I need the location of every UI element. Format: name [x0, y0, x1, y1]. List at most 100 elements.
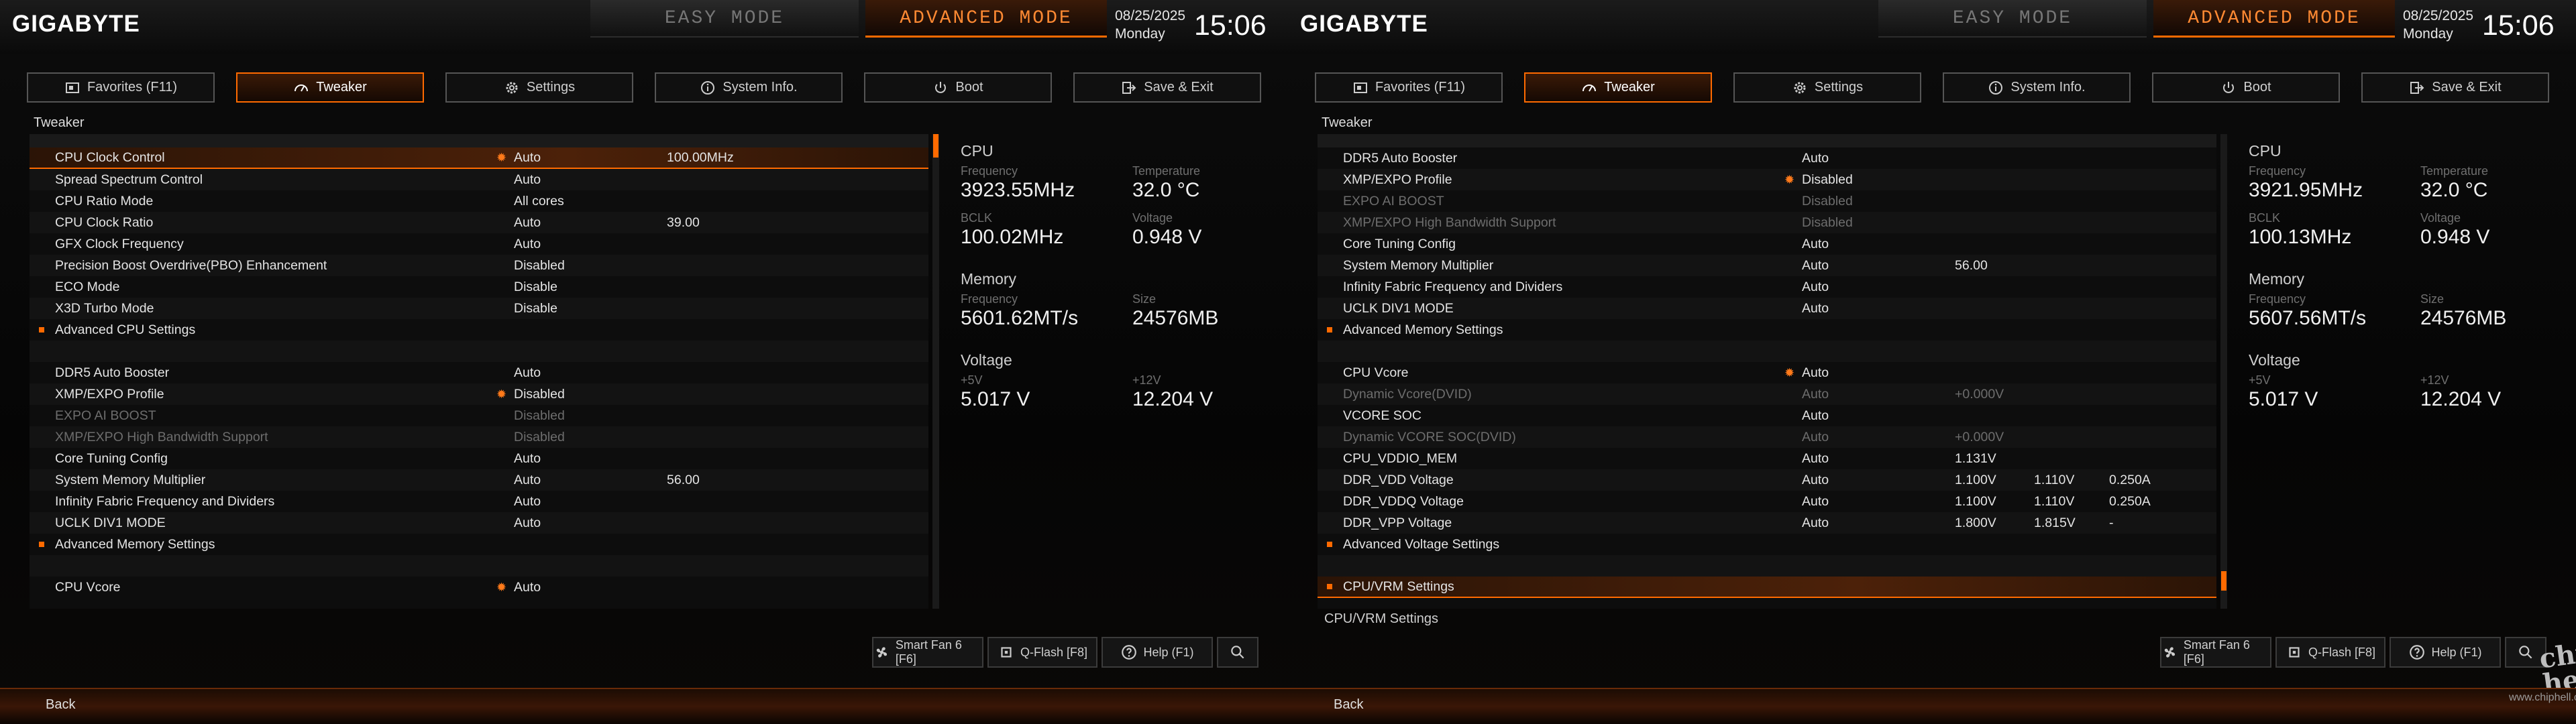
setting-value[interactable]: Auto	[1802, 301, 1829, 316]
smart-fan-button[interactable]: Smart Fan 6 [F6]	[872, 637, 983, 668]
help-icon	[2410, 645, 2425, 660]
setting-value[interactable]: Auto	[1802, 516, 1829, 531]
setting-value[interactable]: Auto	[514, 473, 541, 488]
setting-row[interactable]: Core Tuning Config Auto	[1318, 233, 2216, 255]
scrollbar[interactable]	[932, 134, 939, 609]
setting-row[interactable]: UCLK DIV1 MODE Auto	[30, 512, 928, 534]
setting-value[interactable]: Auto	[514, 215, 541, 231]
setting-row[interactable]: CPU Clock Control ✹ Auto 100.00MHz	[30, 147, 928, 169]
setting-value[interactable]: Auto	[514, 451, 541, 467]
setting-value[interactable]: All cores	[514, 194, 564, 209]
tab-save-exit[interactable]: Save & Exit	[2361, 72, 2549, 103]
tab-favorites[interactable]: Favorites (F11)	[27, 72, 215, 103]
setting-value[interactable]: Auto	[1802, 494, 1829, 509]
setting-value[interactable]: Auto	[514, 150, 541, 166]
back-button[interactable]: Back	[46, 697, 75, 713]
scrollbar-thumb[interactable]	[933, 134, 938, 158]
setting-row[interactable]: UCLK DIV1 MODE Auto	[1318, 298, 2216, 319]
setting-row[interactable]: Advanced Voltage Settings	[1318, 534, 2216, 555]
setting-value[interactable]: Auto	[514, 580, 541, 595]
setting-row[interactable]: VCORE SOC Auto	[1318, 405, 2216, 426]
setting-row[interactable]: CPU_VDDIO_MEM Auto 1.131V	[1318, 448, 2216, 469]
setting-value[interactable]: Disabled	[514, 258, 565, 274]
setting-value[interactable]: Auto	[1802, 258, 1829, 274]
setting-row[interactable]: DDR_VDD Voltage Auto 1.100V 1.110V 0.250A	[1318, 469, 2216, 491]
setting-value[interactable]: Auto	[1802, 280, 1829, 295]
tab-settings[interactable]: Settings	[1733, 72, 1921, 103]
setting-value[interactable]: Auto	[514, 516, 541, 531]
power-icon	[935, 81, 947, 93]
cpu-frequency-value: 3921.95MHz	[2249, 179, 2363, 201]
setting-row[interactable]: DDR_VDDQ Voltage Auto 1.100V 1.110V 0.250A	[1318, 491, 2216, 512]
setting-aux-value: 1.100V	[1955, 493, 1996, 509]
settings-rows: DDR5 Auto Booster Auto XMP/EXPO Profile ✹ Di…	[1318, 147, 2216, 598]
setting-label: EXPO AI BOOST	[55, 408, 156, 423]
setting-row[interactable]: XMP/EXPO Profile ✹ Disabled	[1318, 169, 2216, 190]
tab-boot[interactable]: Boot	[2152, 72, 2340, 103]
setting-value[interactable]: Auto	[514, 494, 541, 509]
setting-row[interactable]: System Memory Multiplier Auto 56.00	[1318, 255, 2216, 276]
tab-system-info[interactable]: System Info.	[1943, 72, 2131, 103]
setting-row[interactable]: System Memory Multiplier Auto 56.00	[30, 469, 928, 491]
smart-fan-button[interactable]: Smart Fan 6 [F6]	[2160, 637, 2271, 668]
setting-value[interactable]: Auto	[1802, 408, 1829, 424]
setting-row[interactable]: CPU Vcore ✹ Auto	[30, 577, 928, 598]
tab-boot[interactable]: Boot	[864, 72, 1052, 103]
setting-row[interactable]: CPU Ratio Mode All cores	[30, 190, 928, 212]
setting-value[interactable]: Auto	[1802, 151, 1829, 166]
setting-value[interactable]: Auto	[1802, 473, 1829, 488]
setting-row[interactable]: Precision Boost Overdrive(PBO) Enhanceme…	[30, 255, 928, 276]
tab-favorites[interactable]: Favorites (F11)	[1315, 72, 1503, 103]
advanced-mode-button[interactable]: ADVANCED MODE	[865, 0, 1107, 38]
search-button[interactable]	[1217, 637, 1258, 668]
scrollbar-thumb[interactable]	[2221, 571, 2226, 591]
setting-value[interactable]: Disable	[514, 280, 557, 295]
setting-row[interactable]: CPU Vcore ✹ Auto	[1318, 362, 2216, 383]
tab-settings[interactable]: Settings	[445, 72, 633, 103]
tab-system-info[interactable]: System Info.	[655, 72, 843, 103]
setting-value[interactable]: Auto	[514, 172, 541, 188]
setting-row[interactable]: ECO Mode Disable	[30, 276, 928, 298]
qflash-button[interactable]: Q-Flash [F8]	[2275, 637, 2385, 668]
setting-row[interactable]: Spread Spectrum Control Auto	[30, 169, 928, 190]
tab-tweaker[interactable]: Tweaker	[1524, 72, 1712, 103]
cpu-section-title: CPU	[2249, 142, 2282, 160]
setting-row[interactable]: GFX Clock Frequency Auto	[30, 233, 928, 255]
setting-row[interactable]: CPU Clock Ratio Auto 39.00	[30, 212, 928, 233]
setting-row[interactable]: Advanced Memory Settings	[30, 534, 928, 555]
setting-row[interactable]: DDR5 Auto Booster Auto	[1318, 147, 2216, 169]
tab-save-exit[interactable]: Save & Exit	[1073, 72, 1261, 103]
setting-row[interactable]: Advanced Memory Settings	[1318, 319, 2216, 341]
help-button[interactable]: Help (F1)	[1102, 637, 1213, 668]
setting-value[interactable]: Auto	[514, 365, 541, 381]
easy-mode-button[interactable]: EASY MODE	[1878, 0, 2147, 38]
setting-aux-value: 56.00	[1955, 257, 1988, 273]
setting-value[interactable]: Disabled	[514, 387, 565, 402]
main-tabs: Favorites (F11) Tweaker Settings System …	[27, 72, 1288, 103]
setting-label: Advanced Memory Settings	[55, 536, 215, 552]
help-button[interactable]: Help (F1)	[2390, 637, 2501, 668]
memory-frequency-caption: Frequency	[961, 292, 1018, 306]
setting-value[interactable]: Auto	[1802, 237, 1829, 252]
back-button[interactable]: Back	[1334, 697, 1363, 713]
easy-mode-button[interactable]: EASY MODE	[590, 0, 859, 38]
setting-row[interactable]: DDR_VPP Voltage Auto 1.800V 1.815V -	[1318, 512, 2216, 534]
advanced-mode-button[interactable]: ADVANCED MODE	[2153, 0, 2395, 38]
setting-row[interactable]: Advanced CPU Settings	[30, 319, 928, 341]
setting-value[interactable]: Auto	[1802, 451, 1829, 467]
scrollbar[interactable]	[2220, 134, 2227, 609]
setting-row[interactable]: XMP/EXPO Profile ✹ Disabled	[30, 383, 928, 405]
setting-row[interactable]: Infinity Fabric Frequency and Dividers Au…	[1318, 276, 2216, 298]
setting-value[interactable]: Auto	[1802, 365, 1829, 381]
gigabyte-logo: GIGABYTE	[1300, 11, 1428, 37]
setting-value[interactable]: Auto	[514, 237, 541, 252]
setting-row[interactable]: Infinity Fabric Frequency and Dividers Au…	[30, 491, 928, 512]
setting-row[interactable]: DDR5 Auto Booster Auto	[30, 362, 928, 383]
tab-tweaker[interactable]: Tweaker	[236, 72, 424, 103]
setting-row[interactable]: Core Tuning Config Auto	[30, 448, 928, 469]
setting-row[interactable]: X3D Turbo Mode Disable	[30, 298, 928, 319]
qflash-button[interactable]: Q-Flash [F8]	[987, 637, 1097, 668]
setting-value[interactable]: Disabled	[1802, 172, 1853, 188]
setting-row[interactable]: CPU/VRM Settings	[1318, 577, 2216, 598]
setting-value[interactable]: Disable	[514, 301, 557, 316]
